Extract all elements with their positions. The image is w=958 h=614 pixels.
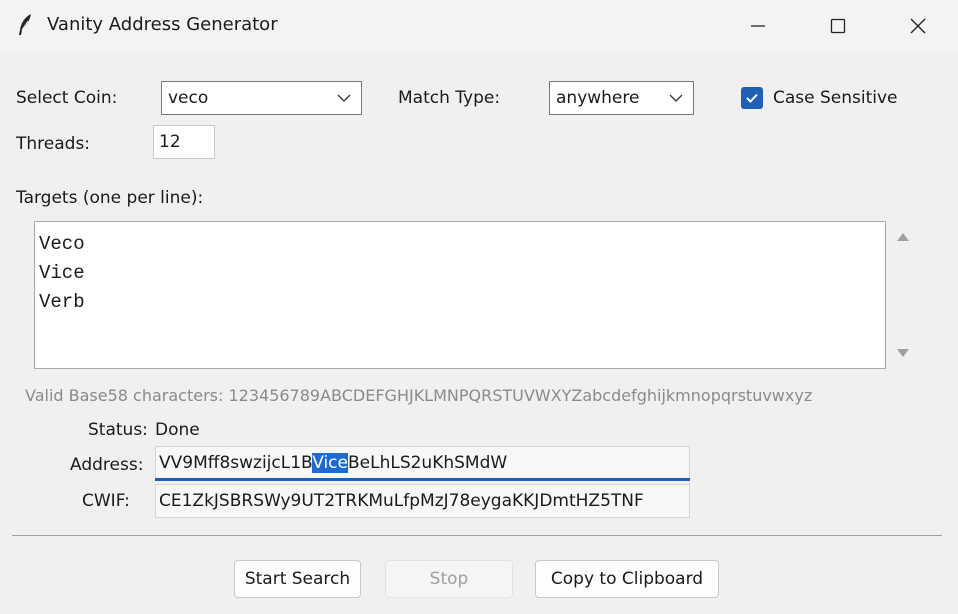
case-sensitive-checkbox[interactable] [741,87,763,109]
checkmark-icon [746,93,758,103]
address-prefix: VV9Mff8swzijcL1B [159,453,313,473]
title-bar: Vanity Address Generator [0,0,958,52]
match-type-label: Match Type: [398,88,501,108]
maximize-icon [830,18,846,34]
address-match-highlight: Vice [312,453,348,473]
select-coin-label: Select Coin: [16,88,118,108]
copy-to-clipboard-button[interactable]: Copy to Clipboard [535,560,719,598]
target-line: Veco [39,233,85,255]
coin-select-value: veco [168,88,209,108]
stop-button[interactable]: Stop [385,560,513,598]
scroll-down-icon[interactable] [896,348,910,358]
scroll-up-icon[interactable] [896,232,910,242]
start-search-button[interactable]: Start Search [234,560,361,598]
address-field[interactable]: VV9Mff8swzijcL1BViceBeLhLS2uKhSMdW [155,446,690,480]
cwif-label: CWIF: [82,491,130,511]
target-line: Vice [39,262,85,284]
threads-input[interactable]: 12 [153,125,215,159]
targets-label: Targets (one per line): [16,188,204,208]
match-type-select[interactable]: anywhere [549,81,694,115]
cwif-field[interactable]: CE1ZkJSBRSWy9UT2TRKMuLfpMzJ78eygaKKJDmtH… [155,484,690,518]
address-focus-underline [155,478,690,481]
targets-scrollbar[interactable] [890,221,916,369]
address-suffix: BeLhLS2uKhSMdW [347,453,508,473]
maximize-button[interactable] [798,0,878,52]
target-line: Verb [39,291,85,313]
close-button[interactable] [878,0,958,52]
case-sensitive-label[interactable]: Case Sensitive [773,88,898,108]
window-title: Vanity Address Generator [47,14,278,35]
feather-icon [19,14,31,35]
status-value: Done [155,420,200,440]
divider [12,535,942,536]
match-type-value: anywhere [556,88,640,108]
coin-select[interactable]: veco [161,81,362,115]
minimize-icon [751,25,765,27]
targets-textarea[interactable]: Veco Vice Verb [34,221,886,369]
chevron-down-icon [669,94,683,102]
chevron-down-icon [337,94,351,102]
close-icon [910,18,926,34]
base58-hint: Valid Base58 characters: 123456789ABCDEF… [25,386,813,405]
minimize-button[interactable] [718,0,798,52]
status-label: Status: [88,420,148,440]
threads-label: Threads: [16,134,91,154]
address-label: Address: [70,455,144,475]
